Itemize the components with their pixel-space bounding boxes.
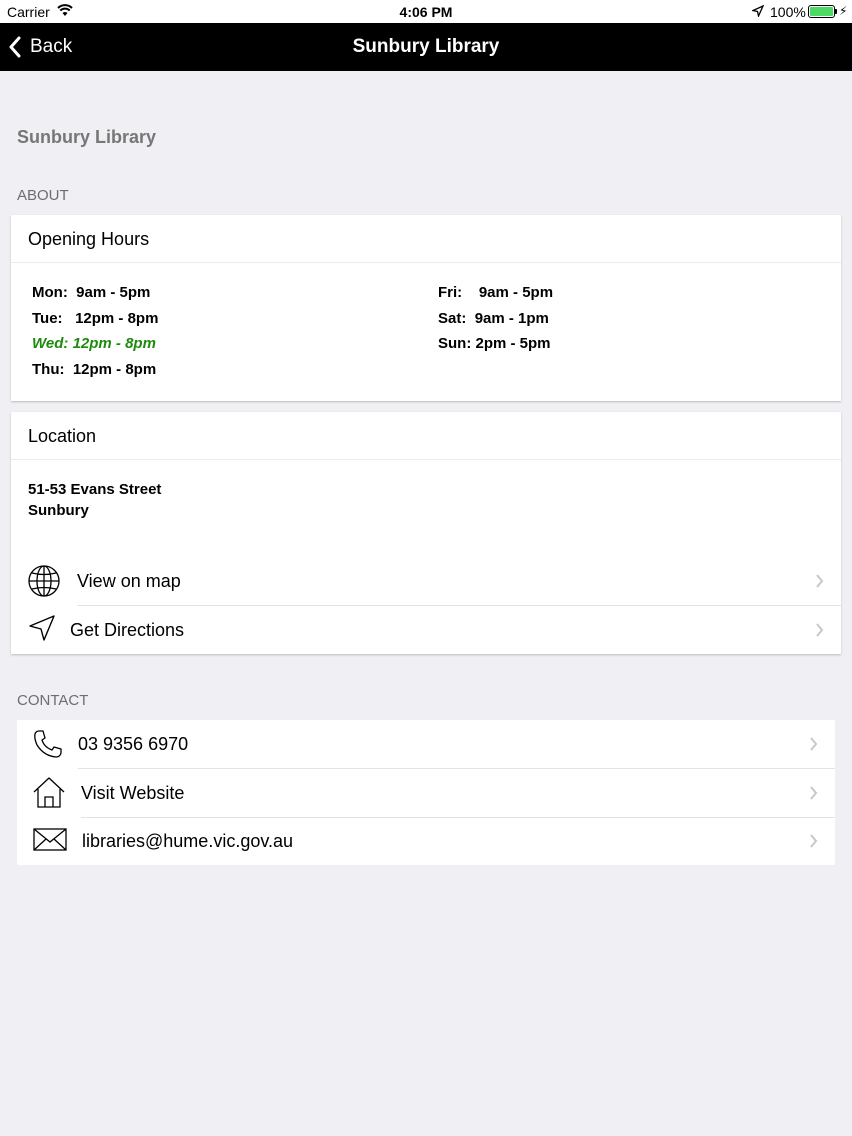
- globe-icon: [28, 565, 60, 597]
- hours-value: 12pm - 8pm: [72, 335, 156, 352]
- get-directions-label: Get Directions: [70, 620, 185, 640]
- home-icon: [33, 777, 65, 808]
- get-directions-row[interactable]: Get Directions: [11, 606, 841, 654]
- day-label: Sat:: [438, 309, 467, 327]
- hours-row-sun: Sun: 2pm - 5pm: [438, 331, 553, 357]
- day-label: Sun:: [438, 335, 472, 352]
- status-bar: Carrier 4:06 PM 100% ⚡: [0, 0, 852, 23]
- chevron-right-icon: [816, 623, 824, 637]
- address: 51-53 Evans Street Sunbury: [28, 479, 161, 521]
- view-on-map-row[interactable]: View on map: [11, 557, 841, 605]
- envelope-icon: [33, 828, 67, 851]
- hours-row-wed-today: Wed: 12pm - 8pm: [32, 331, 158, 357]
- website-row[interactable]: Visit Website: [17, 769, 835, 817]
- section-label-contact: CONTACT: [17, 692, 89, 709]
- phone-number: 03 9356 6970: [78, 734, 189, 754]
- hours-row-thu: Thu: 12pm - 8pm: [32, 357, 158, 383]
- phone-row[interactable]: 03 9356 6970: [17, 720, 835, 768]
- hours-value: 12pm - 8pm: [72, 360, 157, 378]
- opening-hours-title: Opening Hours: [11, 215, 841, 263]
- hours-value: 2pm - 5pm: [475, 335, 551, 352]
- chevron-right-icon: [810, 834, 818, 848]
- section-label-about: ABOUT: [17, 187, 69, 204]
- contact-card: 03 9356 6970 Visit Website libraries@hum…: [17, 720, 835, 865]
- charging-bolt-icon: ⚡: [839, 4, 848, 18]
- address-street: 51-53 Evans Street: [28, 481, 162, 498]
- hours-left-column: Mon: 9am - 5pm Tue: 12pm - 8pm Wed: 12pm…: [32, 280, 158, 382]
- hours-value: 12pm - 8pm: [75, 309, 159, 327]
- battery-icon: [808, 5, 835, 18]
- location-title: Location: [11, 412, 841, 460]
- email-address: libraries@hume.vic.gov.au: [82, 831, 294, 851]
- hours-value: 9am - 5pm: [478, 284, 554, 301]
- phone-icon: [34, 730, 62, 758]
- status-time: 4:06 PM: [399, 4, 453, 20]
- chevron-right-icon: [810, 737, 818, 751]
- address-suburb: Sunbury: [28, 502, 89, 519]
- hours-row-fri: Fri: 9am - 5pm: [438, 280, 553, 306]
- day-label: Mon:: [32, 284, 68, 301]
- view-on-map-label: View on map: [77, 571, 181, 591]
- day-label: Fri:: [438, 284, 463, 301]
- page-title: Sunbury Library: [17, 127, 157, 147]
- hours-right-column: Fri: 9am - 5pm Sat: 9am - 1pm Sun: 2pm -…: [438, 280, 553, 357]
- hours-row-sat: Sat: 9am - 1pm: [438, 306, 553, 332]
- email-row[interactable]: libraries@hume.vic.gov.au: [17, 817, 835, 865]
- nav-title: Sunbury Library: [352, 36, 500, 57]
- navigation-arrow-icon: [29, 615, 55, 641]
- chevron-right-icon: [816, 574, 824, 588]
- battery-percent: 100%: [770, 4, 806, 20]
- location-arrow-icon: [752, 5, 764, 17]
- battery-tip: [835, 9, 837, 14]
- hours-row-mon: Mon: 9am - 5pm: [32, 280, 158, 306]
- hours-row-tue: Tue: 12pm - 8pm: [32, 306, 158, 332]
- chevron-right-icon: [810, 786, 818, 800]
- hours-value: 9am - 1pm: [474, 309, 549, 327]
- location-card: Location 51-53 Evans Street Sunbury View…: [11, 412, 841, 654]
- day-label: Tue:: [32, 309, 63, 327]
- day-label: Thu:: [32, 360, 65, 378]
- visit-website-label: Visit Website: [81, 783, 185, 803]
- navigation-bar: Back Sunbury Library: [0, 23, 852, 71]
- day-label: Wed:: [32, 335, 69, 352]
- hours-value: 9am - 5pm: [76, 284, 151, 301]
- opening-hours-card: Opening Hours Mon: 9am - 5pm Tue: 12pm -…: [11, 215, 841, 401]
